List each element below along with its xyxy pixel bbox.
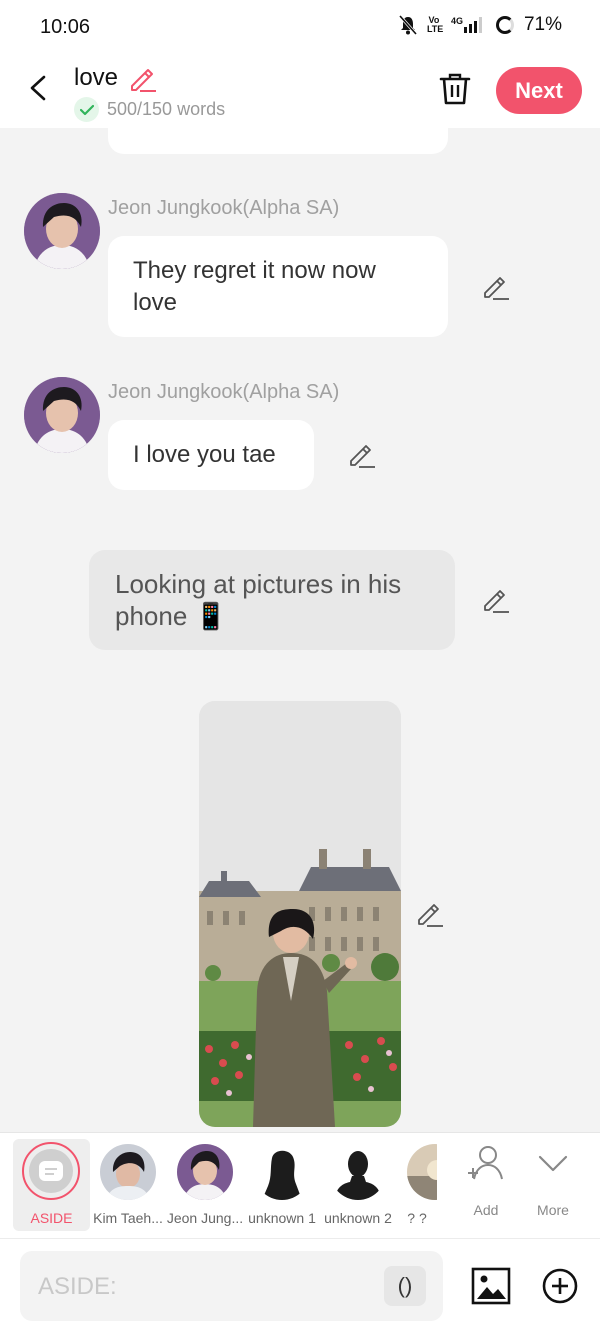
- mute-notification-icon: [398, 15, 417, 35]
- image-message[interactable]: [199, 701, 401, 1127]
- avatar: [330, 1144, 386, 1200]
- character-kim-taehyung[interactable]: Kim Taeh...: [90, 1139, 166, 1233]
- character-label: ? ?: [407, 1210, 427, 1226]
- previous-bubble-partial[interactable]: [108, 128, 448, 154]
- battery-icon: [495, 16, 514, 34]
- trash-icon[interactable]: [439, 72, 471, 106]
- message-line: I love you tae: [133, 441, 276, 468]
- character-label: unknown 2: [324, 1210, 392, 1226]
- speaker-name: Jeon Jungkook(Alpha SA): [108, 381, 340, 403]
- story-title: love: [74, 64, 119, 91]
- edit-title-pencil-icon[interactable]: [128, 64, 158, 92]
- avatar: [100, 1144, 156, 1200]
- character-jeon-jungkook[interactable]: Jeon Jung...: [167, 1139, 243, 1233]
- story-header: love 500/150 words Next: [0, 54, 600, 128]
- volte-icon: Vo LTE: [426, 15, 444, 34]
- character-unknown-3[interactable]: ? ?: [397, 1139, 437, 1233]
- word-count: 500/150 words: [74, 97, 225, 122]
- more-characters-button[interactable]: More: [523, 1143, 583, 1218]
- add-label: Add: [473, 1202, 499, 1218]
- character-label: Kim Taeh...: [93, 1210, 163, 1226]
- clock: 10:06: [40, 16, 91, 38]
- message-bubble[interactable]: They regret it now now love: [108, 236, 448, 337]
- add-character-button[interactable]: Add: [456, 1143, 516, 1218]
- aside-line: Looking at pictures in his: [115, 569, 402, 599]
- status-bar: 10:06 Vo LTE 4G 71%: [0, 0, 600, 54]
- edit-pencil-icon[interactable]: [482, 273, 510, 301]
- add-circle-icon[interactable]: [541, 1267, 579, 1305]
- add-user-icon: [468, 1146, 503, 1180]
- avatar-jungkook[interactable]: [24, 193, 100, 269]
- signal-icon: [463, 17, 482, 33]
- aside-narration[interactable]: Looking at pictures in his phone 📱: [89, 550, 455, 650]
- character-label: unknown 1: [248, 1210, 316, 1226]
- image-icon[interactable]: [471, 1267, 511, 1305]
- message-input[interactable]: ASIDE: (): [20, 1251, 443, 1321]
- aside-line: phone 📱: [115, 601, 227, 631]
- message-bubble[interactable]: I love you tae: [108, 420, 314, 490]
- composer-bar: ASIDE: (): [0, 1238, 600, 1333]
- chevron-down-icon: [538, 1155, 568, 1172]
- edit-pencil-icon[interactable]: [482, 586, 510, 614]
- character-unknown-2[interactable]: unknown 2: [320, 1139, 396, 1233]
- parenthesis-button[interactable]: (): [384, 1266, 426, 1306]
- speaker-name: Jeon Jungkook(Alpha SA): [108, 197, 340, 219]
- character-label: ASIDE: [30, 1210, 73, 1226]
- battery-level: 71%: [523, 14, 562, 35]
- chat-area[interactable]: Jeon Jungkook(Alpha SA) They regret it n…: [0, 128, 600, 1132]
- word-count-text: 500/150 words: [107, 99, 226, 119]
- character-selector: ASIDE Kim Taeh... Jeon Jung... unknown 1…: [0, 1132, 600, 1238]
- edit-pencil-icon[interactable]: [416, 900, 444, 928]
- message-line: love: [133, 289, 178, 316]
- character-unknown-1[interactable]: unknown 1: [244, 1139, 320, 1233]
- next-button[interactable]: Next: [496, 67, 582, 114]
- back-arrow-icon[interactable]: [24, 72, 56, 104]
- aside-icon: [29, 1149, 73, 1193]
- avatar: [254, 1144, 310, 1200]
- check-icon: [74, 97, 99, 122]
- avatar: [177, 1144, 233, 1200]
- avatar: [407, 1144, 437, 1200]
- character-label: Jeon Jung...: [166, 1210, 244, 1226]
- character-aside[interactable]: ASIDE: [13, 1139, 90, 1231]
- status-icons: Vo LTE 4G 71%: [398, 14, 562, 36]
- avatar-jungkook[interactable]: [24, 377, 100, 453]
- network-type: 4G: [450, 16, 463, 26]
- message-line: They regret it now now: [133, 257, 376, 284]
- more-label: More: [537, 1202, 569, 1218]
- input-placeholder: ASIDE:: [38, 1273, 117, 1300]
- edit-pencil-icon[interactable]: [348, 441, 376, 469]
- signal-group: 4G: [451, 17, 486, 33]
- aside-selected-ring: [22, 1142, 80, 1200]
